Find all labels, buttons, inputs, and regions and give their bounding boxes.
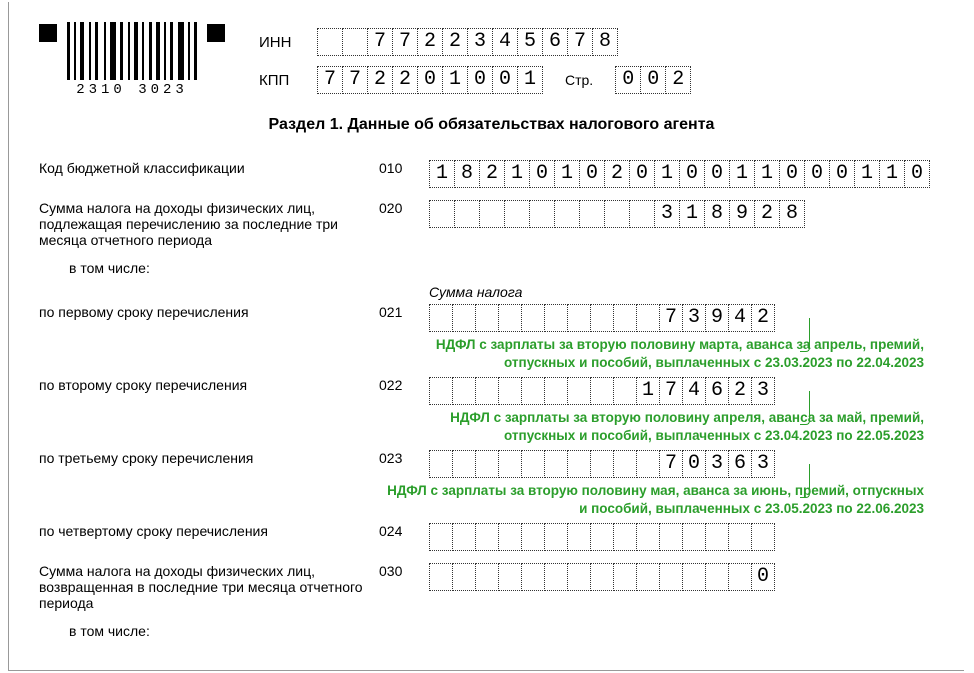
inn-label: ИНН — [259, 34, 303, 51]
row-s4: по четвертому сроку перечисления 024 — [39, 523, 944, 551]
row-kbk: Код бюджетной классификации 010 18210102… — [39, 160, 944, 188]
bracket-icon — [800, 391, 810, 425]
value-s3: 70363 — [429, 450, 944, 478]
label-ret: Сумма налога на доходы физических лиц, в… — [39, 563, 379, 611]
page-boxes: 002 — [615, 66, 691, 94]
kpp-label: КПП — [259, 72, 303, 89]
row-ret: Сумма налога на доходы физических лиц, в… — [39, 563, 944, 611]
sum-header: Сумма налога — [429, 284, 944, 300]
label-s2: по второму сроку перечисления — [39, 377, 379, 393]
code-sum3m: 020 — [379, 200, 429, 216]
kpp-row: КПП 772201001 Стр. 002 — [259, 66, 691, 94]
label-s3: по третьему сроку перечисления — [39, 450, 379, 466]
form-header: 2310 3023 ИНН 7722345678 КПП 772201001 С… — [39, 22, 944, 98]
barcode-block: 2310 3023 — [39, 22, 225, 98]
value-s4 — [429, 523, 944, 551]
row-sum3m: Сумма налога на доходы физических лиц, п… — [39, 200, 944, 248]
page-label: Стр. — [565, 72, 593, 88]
inn-boxes: 7722345678 — [317, 28, 618, 56]
subline-2: в том числе: — [69, 623, 944, 639]
inn-row: ИНН 7722345678 — [259, 28, 691, 56]
code-s3: 023 — [379, 450, 429, 466]
value-kbk: 18210102010011000110 — [429, 160, 944, 188]
label-sum3m: Сумма налога на доходы физических лиц, п… — [39, 200, 379, 248]
barcode-icon — [63, 22, 201, 80]
subline-1: в том числе: — [69, 260, 944, 276]
square-marker-right — [207, 24, 225, 42]
barcode-label: 2310 3023 — [76, 82, 188, 98]
kpp-boxes: 772201001 — [317, 66, 543, 94]
section-title: Раздел 1. Данные об обязательствах налог… — [39, 116, 944, 134]
label-kbk: Код бюджетной классификации — [39, 160, 379, 176]
value-s1: 73942 — [429, 304, 944, 332]
value-ret: 0 — [429, 563, 944, 591]
value-sum3m: 318928 — [429, 200, 944, 228]
label-s1: по первому сроку перечисления — [39, 304, 379, 320]
code-s1: 021 — [379, 304, 429, 320]
code-ret: 030 — [379, 563, 429, 579]
label-s4: по четвертому сроку перечисления — [39, 523, 379, 539]
code-kbk: 010 — [379, 160, 429, 176]
tax-form-page: 2310 3023 ИНН 7722345678 КПП 772201001 С… — [8, 2, 964, 671]
code-s2: 022 — [379, 377, 429, 393]
code-s4: 024 — [379, 523, 429, 539]
bracket-icon — [800, 318, 810, 352]
value-s2: 174623 — [429, 377, 944, 405]
bracket-icon — [800, 464, 810, 498]
id-block: ИНН 7722345678 КПП 772201001 Стр. 002 — [259, 28, 691, 94]
square-marker-left — [39, 24, 57, 42]
